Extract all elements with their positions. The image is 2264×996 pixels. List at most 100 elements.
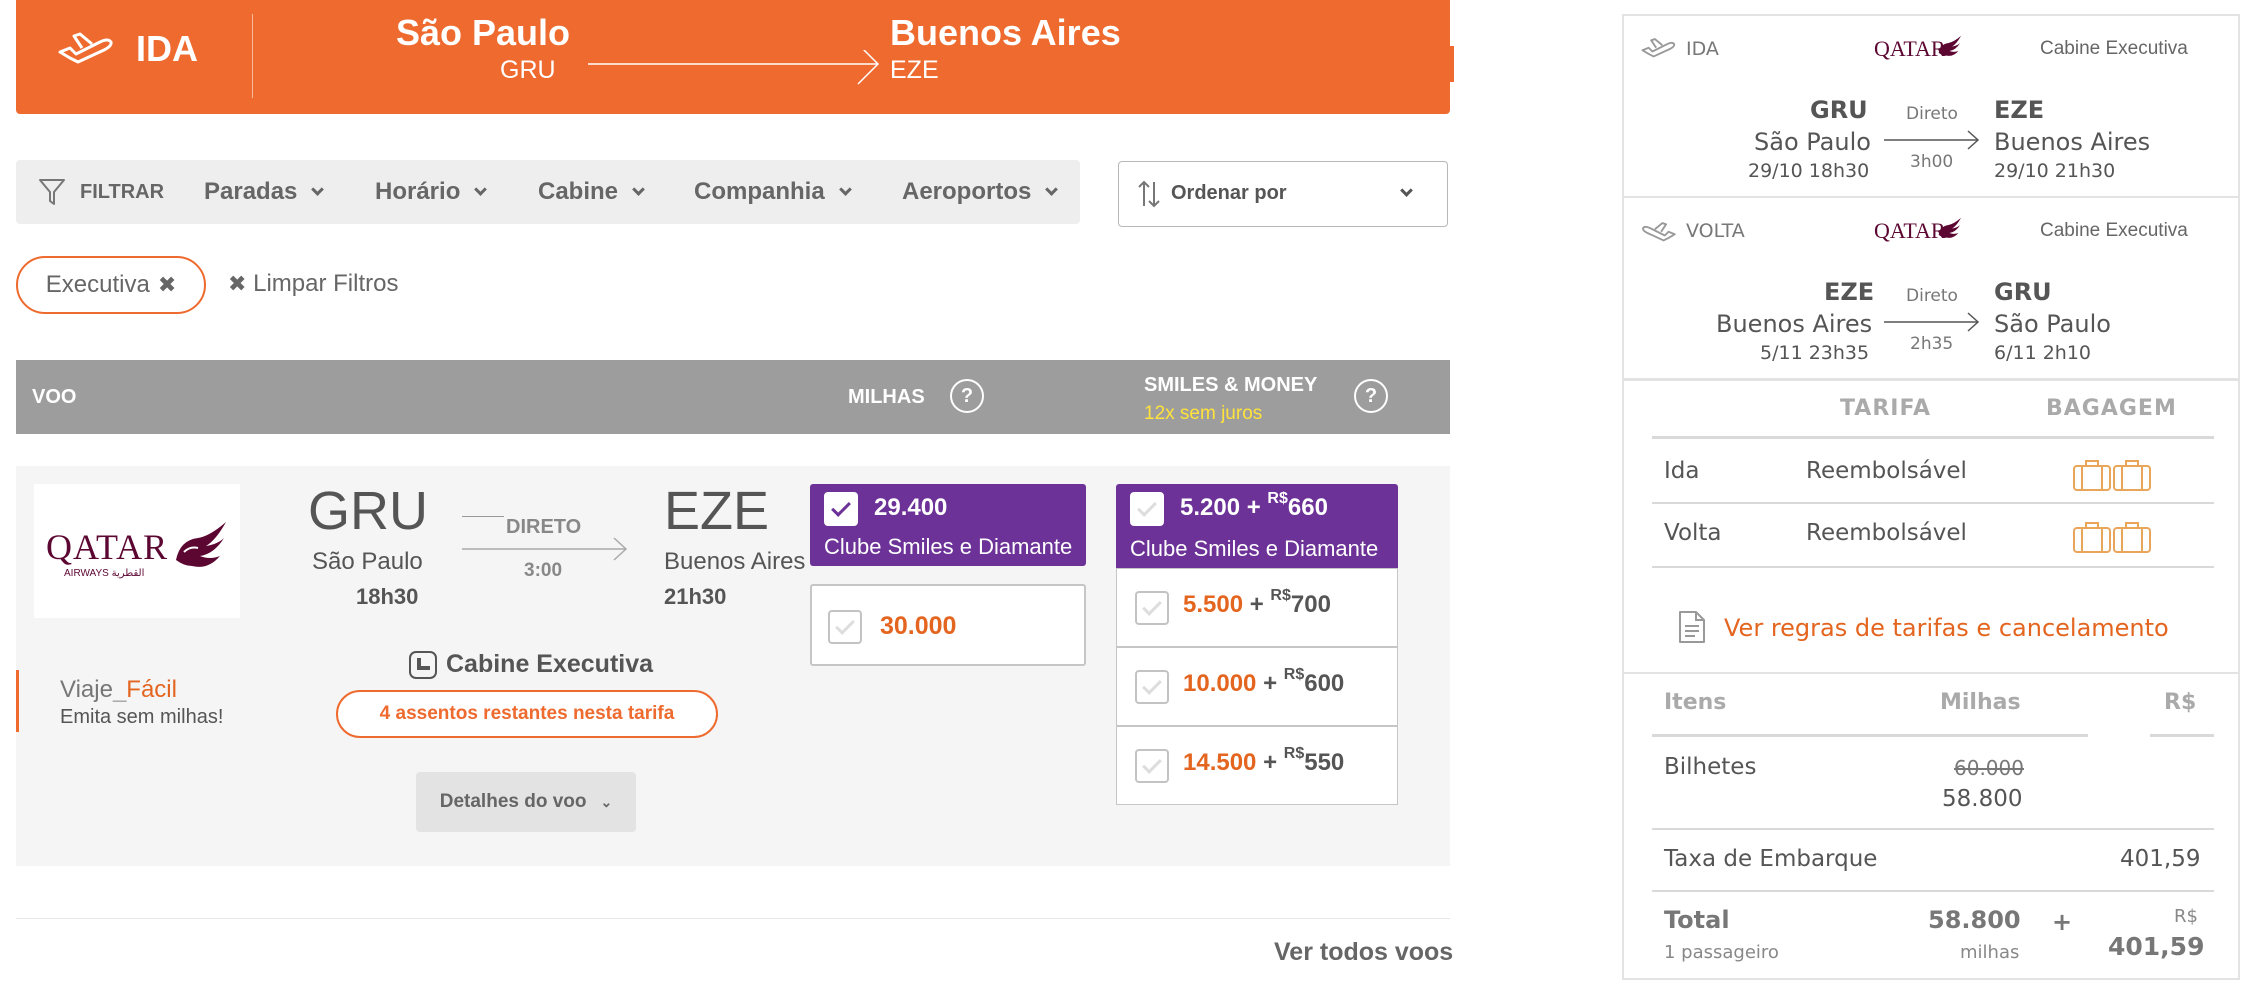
tax-value: 401,59 [2120, 846, 2201, 872]
tickets-old-miles: 60.000 [1954, 756, 2024, 780]
origin-city: São Paulo [396, 12, 571, 53]
viaje-prefix: Viaje [60, 676, 113, 703]
flight-dest-code: EZE [664, 481, 770, 541]
outbound-cabin: Cabine Executiva [2040, 38, 2188, 59]
filter-paradas[interactable]: Paradas [204, 160, 325, 224]
total-plus: + [2052, 908, 2073, 936]
plane-takeoff-icon [58, 32, 113, 64]
fare-rules-link[interactable]: Ver regras de tarifas e cancelamento [1724, 614, 2169, 642]
sort-dropdown[interactable]: Ordenar por [1118, 161, 1448, 227]
table-rule [1652, 890, 2214, 892]
tickets-label: Bilhetes [1664, 754, 1757, 780]
inbound-to-city: São Paulo [1994, 310, 2111, 338]
sm-option-money: 600 [1304, 670, 1345, 697]
tax-label: Taxa de Embarque [1664, 846, 1878, 872]
outbound-to-time: 29/10 21h30 [1994, 160, 2116, 182]
filter-horario[interactable]: Horário [375, 160, 488, 224]
checkbox[interactable] [828, 610, 862, 644]
checkbox[interactable] [1135, 591, 1169, 625]
smiles-money-option[interactable]: 14.500 + R$550 [1116, 726, 1398, 805]
sm-option-currency: R$ [1283, 666, 1305, 683]
chevron-down-icon: ⌄ [600, 793, 613, 810]
close-icon[interactable]: ✖ [158, 272, 176, 298]
check-icon [1142, 675, 1162, 695]
results-divider [16, 918, 1450, 919]
outbound-from-city: São Paulo [1754, 128, 1871, 156]
outbound-to-code: EZE [1994, 96, 2045, 124]
sm-option-money: 700 [1290, 591, 1331, 618]
checkbox[interactable] [1135, 749, 1169, 783]
inbound-from-city: Buenos Aires [1716, 310, 1873, 338]
outbound-stops: Direto [1906, 104, 1958, 124]
flight-details-button[interactable]: Detalhes do voo ⌄ [416, 772, 636, 832]
see-all-flights-link[interactable]: Ver todos voos [1274, 938, 1453, 967]
inbound-airline: QATAR [1874, 218, 1946, 243]
baggage-icon [2073, 522, 2151, 553]
chevron-down-icon [1045, 182, 1059, 196]
checkbox[interactable] [1130, 492, 1164, 526]
fare-row-leg: Volta [1664, 520, 1722, 546]
price-col-items: Itens [1664, 690, 1727, 715]
tickets-new-miles: 58.800 [1942, 786, 2023, 812]
checkbox-checked[interactable] [824, 492, 858, 526]
sort-label: Ordenar por [1171, 182, 1287, 204]
sm-selected-price: 5.200 + R$660 [1180, 490, 1328, 522]
sm-option-currency: R$ [1270, 587, 1291, 604]
inbound-from-time: 5/11 23h35 [1760, 342, 1870, 364]
check-icon [1137, 497, 1157, 517]
smiles-money-option[interactable]: 10.000 + R$600 [1116, 647, 1398, 726]
filter-companhia[interactable]: Companhia [694, 160, 852, 224]
document-icon [1679, 611, 1705, 643]
viaje-suffix: Fácil [126, 676, 177, 703]
outbound-airline: QATAR [1874, 36, 1946, 61]
price-col-money: R$ [2164, 690, 2197, 715]
flight-origin-time: 18h30 [356, 584, 419, 609]
sort-arrows-icon [1138, 180, 1160, 208]
filter-paradas-label: Paradas [204, 178, 298, 205]
table-rule [2150, 734, 2214, 737]
outbound-from-time: 29/10 18h30 [1748, 160, 1870, 182]
sm-selected-miles: 5.200 [1180, 494, 1241, 521]
flight-details-label: Detalhes do voo [439, 791, 587, 812]
active-filter-chip[interactable]: Executiva ✖ [16, 256, 206, 314]
plane-takeoff-icon [1641, 38, 1676, 58]
inbound-cabin: Cabine Executiva [2040, 220, 2188, 241]
filter-cabine[interactable]: Cabine [538, 160, 645, 224]
sm-option-plus: + [1249, 591, 1264, 618]
clear-filters-link[interactable]: ✖ Limpar Filtros [228, 270, 398, 298]
airline-name: QATAR [46, 527, 169, 567]
route-arrow-icon [1884, 312, 1980, 332]
filter-aeroportos[interactable]: Aeroportos [902, 160, 1059, 224]
filter-button[interactable]: FILTRAR [38, 160, 164, 224]
miles-option[interactable]: 30.000 [810, 584, 1086, 666]
summary-divider [1622, 378, 2240, 381]
chevron-down-icon [838, 182, 852, 196]
outbound-to-city: Buenos Aires [1994, 128, 2151, 156]
chevron-down-icon [632, 182, 645, 196]
clear-filters-label: Limpar Filtros [253, 270, 399, 297]
outbound-duration: 3h00 [1910, 152, 1954, 172]
direction-label: IDA [136, 28, 198, 69]
smiles-money-help-icon[interactable]: ? [1354, 379, 1388, 413]
sm-selected-money: 660 [1287, 494, 1328, 521]
miles-help-icon[interactable]: ? [950, 379, 984, 413]
price-col-miles: Milhas [1940, 690, 2021, 715]
flight-origin-code: GRU [308, 481, 428, 541]
dest-city: Buenos Aires [890, 12, 1121, 53]
viaje-facil-sub: Emita sem milhas! [60, 706, 224, 728]
sm-option-money: 550 [1304, 749, 1345, 776]
checkbox[interactable] [1135, 670, 1169, 704]
check-icon [1142, 754, 1162, 774]
miles-option-selected[interactable]: 29.400 Clube Smiles e Diamante [810, 484, 1086, 566]
filter-horario-label: Horário [375, 178, 461, 205]
total-passengers: 1 passageiro [1664, 942, 1779, 963]
sm-option-plus: + [1263, 670, 1278, 697]
sm-option-price: 10.000 + R$600 [1183, 666, 1345, 698]
smiles-money-selected[interactable]: 5.200 + R$660 Clube Smiles e Diamante [1116, 484, 1398, 568]
inbound-tag: VOLTA [1686, 220, 1745, 242]
total-label: Total [1664, 906, 1730, 934]
miles-selected-value: 29.400 [874, 494, 948, 521]
oryx-icon [1938, 35, 1962, 56]
smiles-money-option[interactable]: 5.500 + R$700 [1116, 568, 1398, 647]
inbound-stops: Direto [1906, 286, 1958, 306]
